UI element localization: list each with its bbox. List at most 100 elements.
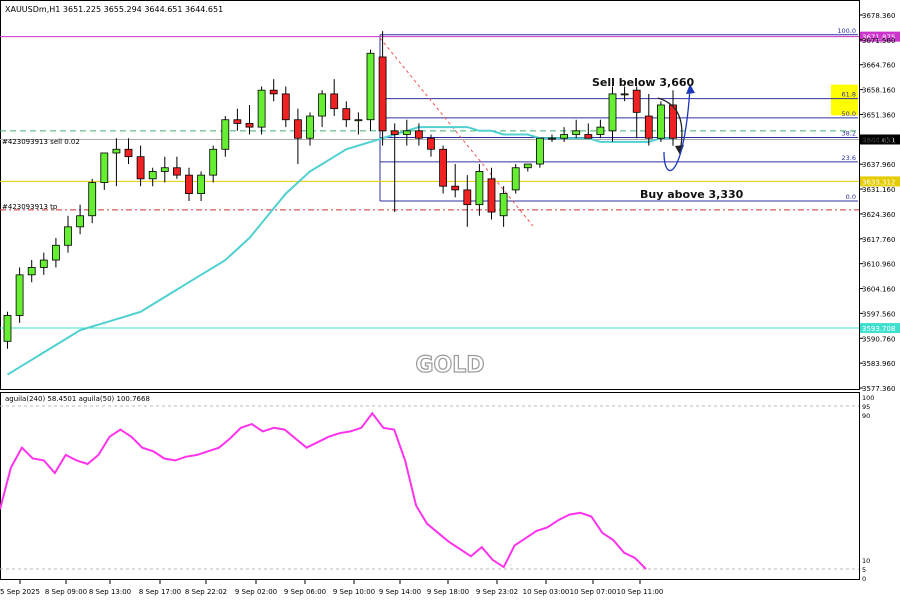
candle-body bbox=[548, 137, 556, 140]
candle-body bbox=[233, 119, 242, 124]
candle-body bbox=[536, 137, 544, 165]
order-tp-label: #423093913 tp bbox=[2, 203, 58, 211]
fib-level-label: 0.0 bbox=[846, 193, 856, 201]
fib-level-label: 23.6 bbox=[842, 154, 856, 162]
candle-body bbox=[136, 156, 145, 180]
price-tick-label: 3624.360 bbox=[862, 211, 895, 219]
candle-body bbox=[657, 104, 665, 139]
candle bbox=[439, 145, 448, 194]
candle-body bbox=[463, 189, 472, 206]
candle-body bbox=[451, 185, 460, 191]
candle-body bbox=[390, 130, 399, 135]
cyan-level-price-label: 3593.708 bbox=[862, 325, 895, 333]
oscillator-tick-label: 100 bbox=[862, 394, 874, 402]
price-tick-label: 3658.160 bbox=[862, 87, 895, 95]
buy-annotation: Buy above 3,330 bbox=[640, 188, 744, 201]
price-tick-label: 3664.760 bbox=[862, 62, 895, 70]
time-axis: 5 Sep 2025 8 Sep 09:00 8 Sep 13:00 8 Sep 17… bbox=[0, 580, 663, 596]
symbol-info: XAUUSDm,H1 3651.225 3655.294 3644.651 36… bbox=[5, 5, 223, 14]
candle-body bbox=[221, 119, 230, 150]
candle-body bbox=[499, 193, 508, 217]
candle-body bbox=[281, 93, 290, 121]
candle-body bbox=[52, 244, 60, 261]
oscillator-axis: 1009590 1050 bbox=[862, 394, 874, 583]
candle-body bbox=[644, 115, 653, 139]
candle-body bbox=[76, 215, 84, 228]
candle-body bbox=[306, 115, 314, 139]
candle-body bbox=[197, 174, 206, 194]
oscillator-tick-label: 10 bbox=[862, 557, 870, 565]
time-tick-label: 8 Sep 09:00 bbox=[45, 588, 87, 596]
indicator-info: aguila(240) 58.4501 aguila(50) 100.7668 bbox=[5, 395, 150, 403]
price-tick-label: 3577.360 bbox=[862, 385, 895, 393]
price-tick-label: 3610.960 bbox=[862, 261, 895, 269]
candle-body bbox=[148, 171, 157, 180]
candle bbox=[536, 137, 544, 168]
time-tick-label: 10 Sep 11:00 bbox=[617, 588, 664, 596]
candle-body bbox=[318, 93, 327, 117]
candle-body bbox=[185, 174, 193, 194]
price-tick-label: 3631.160 bbox=[862, 186, 895, 194]
candle-body bbox=[257, 89, 266, 128]
oscillator-tick-label: 95 bbox=[862, 403, 870, 411]
candle-body bbox=[572, 130, 581, 135]
price-tick-label: 3617.760 bbox=[862, 236, 895, 244]
candle bbox=[15, 267, 24, 323]
candle-body bbox=[620, 93, 629, 96]
time-tick-label: 8 Sep 17:00 bbox=[139, 588, 181, 596]
candle-body bbox=[632, 89, 641, 113]
candle-body bbox=[560, 134, 568, 139]
price-tick-label: 3651.360 bbox=[862, 111, 895, 119]
time-tick-label: 9 Sep 10:00 bbox=[333, 588, 375, 596]
time-tick-label: 8 Sep 13:00 bbox=[89, 588, 131, 596]
candle-body bbox=[523, 163, 532, 169]
candle-body bbox=[64, 226, 72, 246]
candle-body bbox=[487, 178, 496, 213]
candle-body bbox=[402, 130, 411, 135]
time-tick-label: 10 Sep 03:00 bbox=[523, 588, 570, 596]
fib-level-label: 100.0 bbox=[837, 27, 856, 35]
candle-body bbox=[475, 171, 484, 206]
candle-body bbox=[112, 148, 121, 154]
sell-annotation: Sell below 3,660 bbox=[592, 76, 695, 89]
candle-body bbox=[354, 119, 363, 122]
candle-body bbox=[293, 119, 302, 139]
candle-body bbox=[366, 52, 375, 121]
candle-body bbox=[172, 167, 181, 176]
price-tick-label: 3644.560 bbox=[862, 136, 895, 144]
time-tick-label: 9 Sep 23:02 bbox=[476, 588, 518, 596]
candle-body bbox=[88, 182, 97, 217]
candle-body bbox=[596, 126, 605, 135]
price-tick-label: 3671.560 bbox=[862, 37, 895, 45]
candle bbox=[257, 86, 266, 135]
candle-body bbox=[269, 89, 278, 95]
oscillator-tick-label: 0 bbox=[862, 575, 866, 583]
price-tick-label: 3583.960 bbox=[862, 360, 895, 368]
price-tick-label: 3637.960 bbox=[862, 161, 895, 169]
candle-body bbox=[160, 167, 169, 172]
candle-body bbox=[608, 93, 617, 132]
candle-body bbox=[439, 148, 448, 187]
price-tick-label: 3604.160 bbox=[862, 286, 895, 294]
indicator-panel-frame bbox=[0, 392, 860, 580]
fib-level-label: 50.0 bbox=[842, 110, 856, 118]
symbol-watermark: GOLD bbox=[415, 353, 484, 378]
candle-body bbox=[427, 137, 435, 150]
candle bbox=[511, 164, 520, 194]
candle-body bbox=[39, 259, 48, 268]
candle-body bbox=[342, 108, 351, 121]
time-tick-label: 9 Sep 06:00 bbox=[284, 588, 326, 596]
candle-body bbox=[414, 130, 423, 139]
time-tick-label: 9 Sep 02:00 bbox=[235, 588, 277, 596]
price-tick-label: 3597.560 bbox=[862, 310, 895, 318]
candle-body bbox=[15, 274, 24, 316]
time-tick-label: 10 Sep 07:00 bbox=[570, 588, 617, 596]
candle-body bbox=[584, 134, 593, 139]
price-axis[interactable]: 3678.360 3671.560 3664.760 3658.160 3651.360… bbox=[859, 12, 895, 393]
trading-chart[interactable]: 100.061.850.038.223.60.0 3671.8753644.65… bbox=[0, 0, 900, 600]
time-tick-label: 9 Sep 18:00 bbox=[427, 588, 469, 596]
candle-body bbox=[378, 56, 387, 132]
time-tick-label: 9 Sep 14:00 bbox=[379, 588, 421, 596]
candle-body bbox=[511, 167, 520, 191]
candle bbox=[366, 49, 375, 131]
